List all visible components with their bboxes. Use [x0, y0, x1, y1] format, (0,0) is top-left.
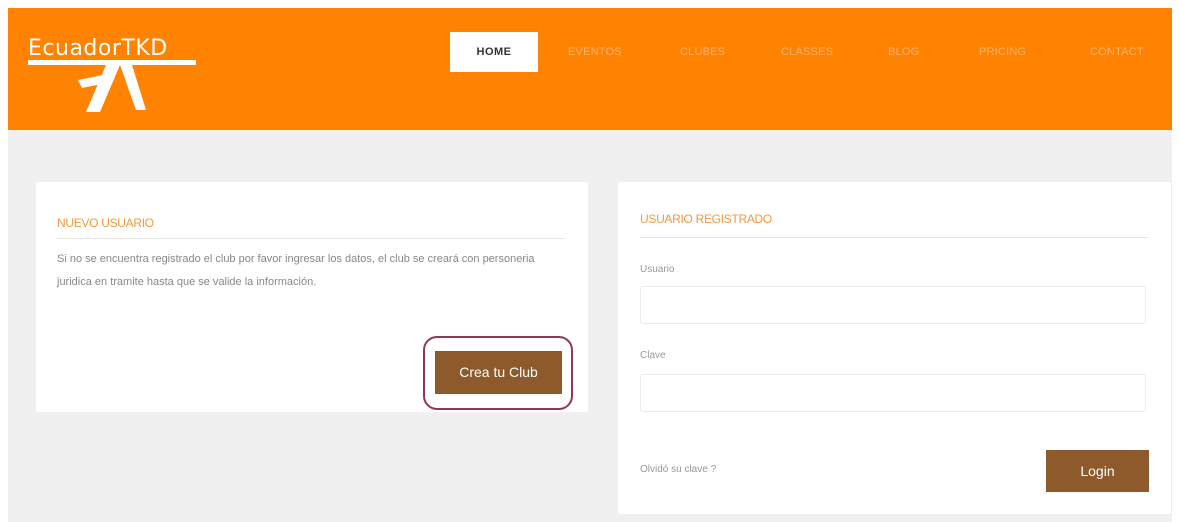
page-frame: EcuadorTKD HOME EVENTOS CLUBES CLASSES B… — [8, 8, 1172, 522]
username-label: Usuario — [640, 264, 675, 275]
new-user-title: NUEVO USUARIO — [57, 216, 154, 230]
login-button[interactable]: Login — [1046, 450, 1149, 492]
create-club-button[interactable]: Crea tu Club — [435, 351, 562, 394]
nav-contact[interactable]: CONTACT — [1090, 32, 1144, 72]
nav-pricing[interactable]: PRICING — [979, 32, 1026, 72]
nav-clubes[interactable]: CLUBES — [680, 32, 725, 72]
site-header: EcuadorTKD HOME EVENTOS CLUBES CLASSES B… — [8, 8, 1172, 130]
password-input[interactable] — [640, 374, 1146, 412]
nav-classes[interactable]: CLASSES — [781, 32, 833, 72]
login-card: USUARIO REGISTRADO Usuario Clave Olvidó … — [618, 182, 1171, 514]
new-user-description: Si no se encuentra registrado el club po… — [57, 253, 535, 288]
site-logo[interactable]: EcuadorTKD — [28, 36, 228, 116]
password-label: Clave — [640, 350, 666, 361]
username-input[interactable] — [640, 286, 1146, 324]
create-club-highlight: Crea tu Club — [423, 336, 573, 410]
divider — [57, 238, 565, 239]
new-user-card: NUEVO USUARIO Si no se encuentra registr… — [36, 182, 588, 412]
login-title: USUARIO REGISTRADO — [640, 212, 772, 226]
belt-icon — [28, 60, 196, 112]
forgot-password-link[interactable]: Olvidó su clave ? — [640, 464, 716, 475]
logo-text: EcuadorTKD — [28, 36, 168, 61]
nav-blog[interactable]: BLOG — [888, 32, 919, 72]
nav-eventos[interactable]: EVENTOS — [568, 32, 622, 72]
divider — [640, 237, 1148, 238]
nav-home[interactable]: HOME — [450, 32, 538, 72]
